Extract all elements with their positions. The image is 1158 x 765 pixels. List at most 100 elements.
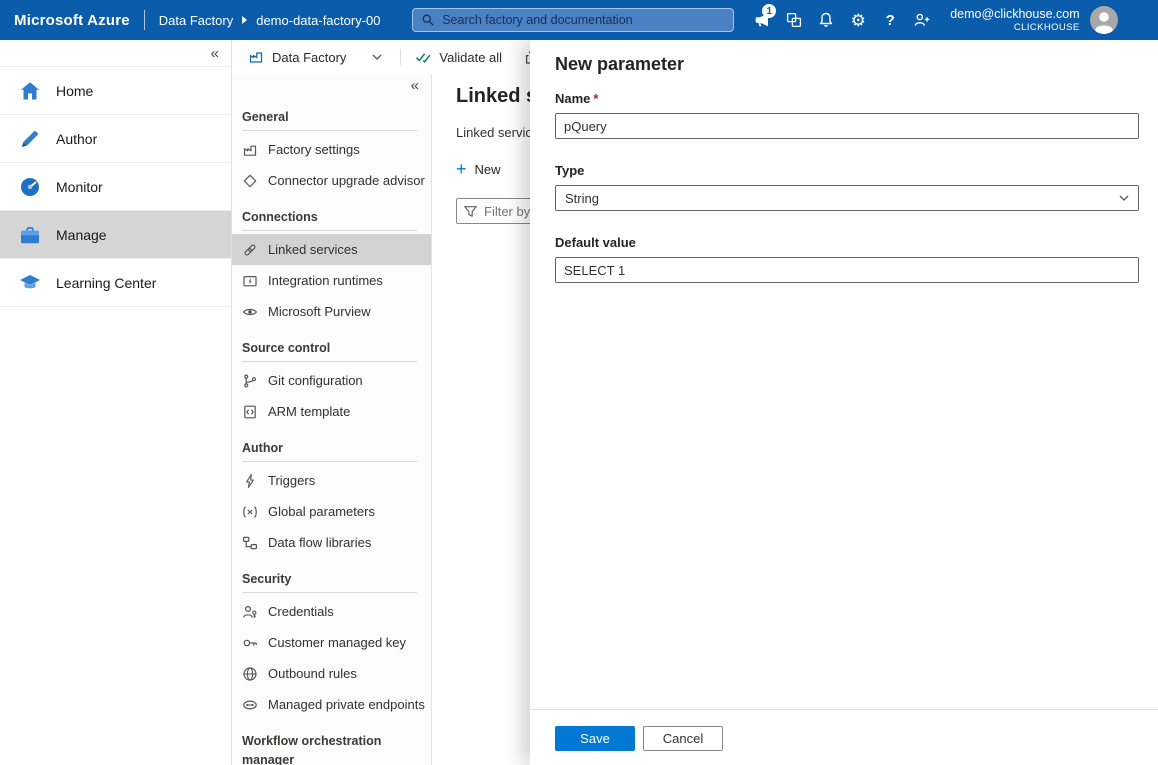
- nav-item-label: ARM template: [268, 404, 350, 419]
- sidebar-item-label: Author: [56, 131, 97, 147]
- sidebar-item-label: Learning Center: [56, 275, 156, 291]
- default-value-label: Default value: [555, 235, 1139, 250]
- manage-nav-panel: « General Factory settings Connector upg…: [232, 74, 432, 765]
- nav-item-label: Global parameters: [268, 504, 375, 519]
- topbar-search[interactable]: [412, 8, 734, 32]
- nav-item-factory-settings[interactable]: Factory settings: [232, 134, 431, 165]
- nav-section-source-control: Source control Git configuration ARM tem…: [232, 339, 431, 427]
- type-select[interactable]: String: [555, 185, 1139, 211]
- pencil-icon: [18, 127, 42, 151]
- nav-item-label: Data flow libraries: [268, 535, 371, 550]
- default-value-input[interactable]: [555, 257, 1139, 283]
- gauge-icon: [18, 175, 42, 199]
- nav-item-triggers[interactable]: Triggers: [232, 465, 431, 496]
- sidebar-item-monitor[interactable]: Monitor: [0, 162, 231, 210]
- search-input[interactable]: [442, 13, 725, 27]
- account-org: CLICKHOUSE: [950, 22, 1079, 33]
- parameters-icon: [242, 504, 258, 520]
- factory-selector-label[interactable]: Data Factory: [272, 50, 346, 65]
- save-button[interactable]: Save: [555, 726, 635, 751]
- section-title: Connections: [232, 208, 431, 227]
- feedback-button[interactable]: [906, 4, 938, 36]
- nav-item-outbound-rules[interactable]: Outbound rules: [232, 658, 431, 689]
- person-add-icon: [913, 11, 931, 29]
- data-factory-icon: [248, 49, 264, 65]
- section-divider: [242, 361, 417, 362]
- flow-icon: [242, 535, 258, 551]
- panel-footer: Save Cancel: [530, 709, 1158, 765]
- name-label: Name*: [555, 91, 1139, 106]
- nav-item-arm-template[interactable]: ARM template: [232, 396, 431, 427]
- type-field: Type String: [555, 163, 1139, 211]
- nav-collapse-icon[interactable]: «: [411, 78, 419, 93]
- switch-view-button[interactable]: [778, 4, 810, 36]
- nav-item-git-configuration[interactable]: Git configuration: [232, 365, 431, 396]
- section-title: Source control: [232, 339, 431, 358]
- help-button[interactable]: ?: [874, 4, 906, 36]
- person-icon: [1090, 6, 1118, 34]
- globe-icon: [242, 666, 258, 682]
- nav-item-customer-managed-key[interactable]: Customer managed key: [232, 627, 431, 658]
- app-sidebar: « Home Author Monitor Manage Learning Ce…: [0, 40, 232, 765]
- section-divider: [242, 461, 417, 462]
- funnel-icon: [463, 204, 478, 219]
- account-info[interactable]: demo@clickhouse.com CLICKHOUSE: [950, 7, 1079, 33]
- section-divider: [242, 592, 417, 593]
- nav-item-managed-private-endpoints[interactable]: Managed private endpoints: [232, 689, 431, 720]
- nav-item-label: Linked services: [268, 242, 358, 257]
- sidebar-item-label: Monitor: [56, 179, 103, 195]
- breadcrumb-chevron-icon: [242, 16, 247, 24]
- nav-section-connections: Connections Linked services Integration …: [232, 208, 431, 327]
- sidebar-item-manage[interactable]: Manage: [0, 210, 231, 258]
- nav-item-connector-upgrade-advisor[interactable]: Connector upgrade advisor: [232, 165, 431, 196]
- cancel-button[interactable]: Cancel: [643, 726, 723, 751]
- nav-item-global-parameters[interactable]: Global parameters: [232, 496, 431, 527]
- validate-all-button[interactable]: Validate all: [415, 49, 502, 65]
- nav-item-label: Customer managed key: [268, 635, 406, 650]
- nav-item-credentials[interactable]: Credentials: [232, 596, 431, 627]
- arm-template-icon: [242, 404, 258, 420]
- nav-item-data-flow-libraries[interactable]: Data flow libraries: [232, 527, 431, 558]
- chevron-down-icon[interactable]: [372, 54, 382, 60]
- diamond-icon: [242, 173, 258, 189]
- windows-grid-icon: [785, 11, 803, 29]
- new-button-label: New: [475, 162, 501, 177]
- whats-new-button[interactable]: 1: [746, 4, 778, 36]
- breadcrumb-app[interactable]: Data Factory: [159, 13, 233, 28]
- sidebar-collapse-icon[interactable]: «: [211, 46, 219, 61]
- graduation-cap-icon: [18, 271, 42, 295]
- new-button[interactable]: + New: [456, 160, 501, 178]
- sidebar-item-home[interactable]: Home: [0, 66, 231, 114]
- azure-logo[interactable]: Microsoft Azure: [14, 12, 130, 29]
- nav-item-microsoft-purview[interactable]: Microsoft Purview: [232, 296, 431, 327]
- nav-item-label: Git configuration: [268, 373, 363, 388]
- sidebar-item-label: Manage: [56, 227, 107, 243]
- avatar[interactable]: [1090, 6, 1118, 34]
- private-endpoint-icon: [242, 697, 258, 713]
- nav-item-label: Credentials: [268, 604, 334, 619]
- nav-section-author: Author Triggers Global parameters Data f…: [232, 439, 431, 558]
- notifications-button[interactable]: [810, 4, 842, 36]
- nav-section-security: Security Credentials Customer managed ke…: [232, 570, 431, 720]
- section-title: General: [232, 108, 431, 127]
- nav-item-label: Managed private endpoints: [268, 697, 425, 712]
- sidebar-item-author[interactable]: Author: [0, 114, 231, 162]
- name-field: Name*: [555, 91, 1139, 139]
- section-title: Workflow orchestration manager: [232, 732, 431, 765]
- question-icon: ?: [886, 13, 895, 28]
- breadcrumb-factory-name[interactable]: demo-data-factory-00: [256, 13, 408, 28]
- name-input[interactable]: [555, 113, 1139, 139]
- home-icon: [18, 79, 42, 103]
- key-icon: [242, 635, 258, 651]
- topbar-icon-group: 1 ⚙ ?: [746, 4, 938, 36]
- nav-item-linked-services[interactable]: Linked services: [232, 234, 431, 265]
- section-divider: [242, 130, 417, 131]
- settings-button[interactable]: ⚙: [842, 4, 874, 36]
- nav-item-label: Integration runtimes: [268, 273, 383, 288]
- nav-item-integration-runtimes[interactable]: Integration runtimes: [232, 265, 431, 296]
- git-branch-icon: [242, 373, 258, 389]
- sidebar-item-learning-center[interactable]: Learning Center: [0, 258, 231, 306]
- notification-badge: 1: [762, 4, 776, 18]
- account-email: demo@clickhouse.com: [950, 7, 1079, 22]
- gear-icon: ⚙: [851, 12, 866, 29]
